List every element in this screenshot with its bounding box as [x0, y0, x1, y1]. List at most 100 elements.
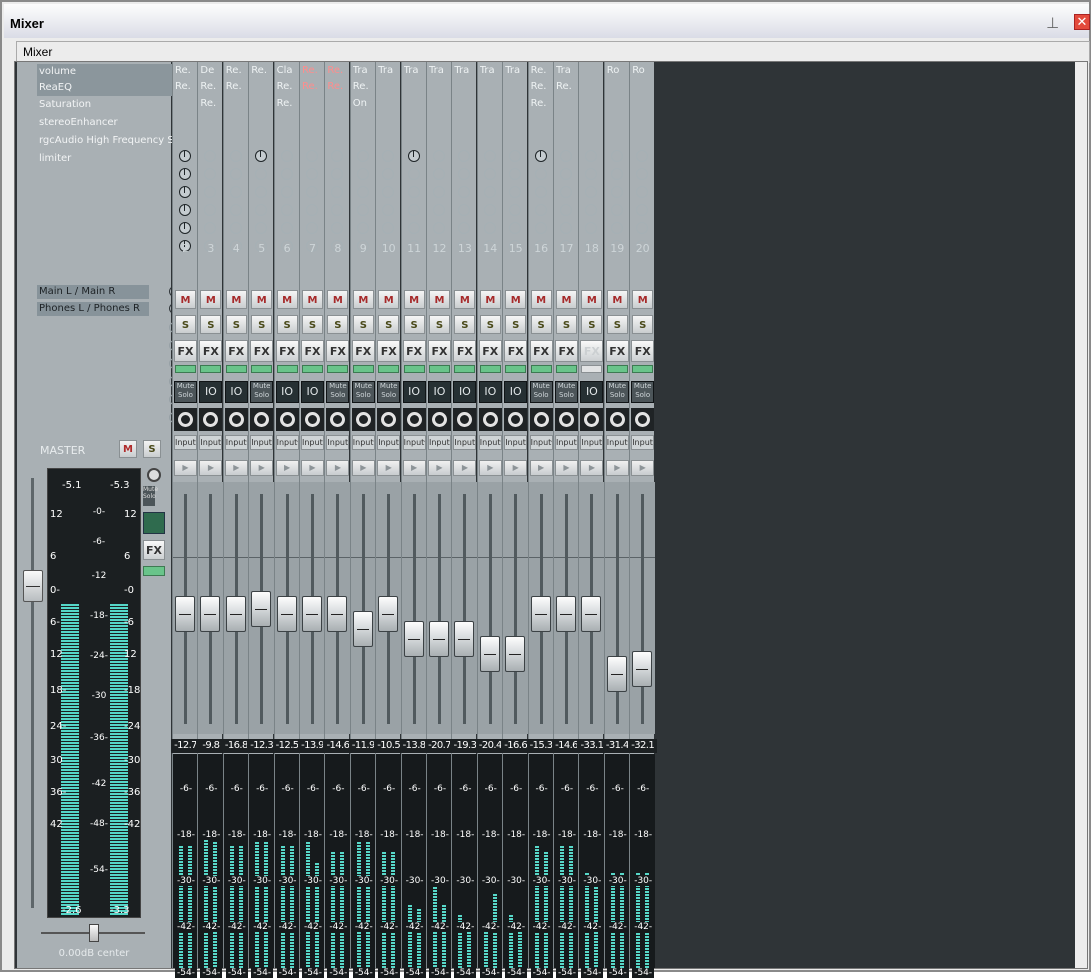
fx-enabled-indicator[interactable]	[302, 365, 323, 373]
fx-param-knob[interactable]	[280, 168, 293, 180]
track-name[interactable]: Ro	[607, 62, 629, 79]
fx-param-knob[interactable]	[306, 186, 318, 198]
track-name[interactable]: De	[200, 62, 222, 79]
fx-button[interactable]: FX	[402, 340, 426, 362]
fx-param-knob[interactable]	[306, 222, 318, 234]
fx-button[interactable]: FX	[351, 340, 375, 362]
fx-param-knob[interactable]	[610, 168, 623, 180]
input-selector[interactable]: Input▾	[275, 435, 299, 450]
volume-fader[interactable]	[327, 596, 348, 632]
fx-param-knob[interactable]	[483, 168, 496, 180]
fx-param-knob[interactable]	[331, 204, 344, 216]
track-name[interactable]: Tra	[353, 62, 375, 79]
input-selector[interactable]: Input▾	[174, 435, 197, 450]
fx-button[interactable]: FX	[529, 340, 553, 362]
fx-param-knob[interactable]	[433, 168, 445, 180]
volume-fader[interactable]	[403, 621, 424, 657]
mute-button[interactable]: M	[302, 290, 323, 309]
fx-param-knob[interactable]	[255, 222, 268, 234]
fx-param-knob[interactable]	[433, 150, 445, 162]
fx-param-knob[interactable]	[280, 186, 293, 198]
fx-param-knob[interactable]	[229, 204, 242, 216]
fx-enabled-indicator[interactable]	[327, 365, 349, 373]
fx-param-knob[interactable]	[610, 222, 623, 234]
fx-param-knob[interactable]	[356, 222, 369, 234]
fx-param-knob[interactable]	[433, 186, 445, 198]
play-icon[interactable]: ▶	[428, 460, 451, 476]
record-arm-button[interactable]	[529, 408, 553, 431]
track-fx-slot[interactable]: On	[353, 96, 375, 112]
fx-param-knob[interactable]	[458, 204, 471, 216]
master-peak-left[interactable]: -5.1	[62, 480, 82, 491]
input-selector[interactable]: Input▾	[199, 435, 223, 450]
fx-param-knob[interactable]	[560, 186, 572, 198]
fx-enabled-indicator[interactable]	[632, 365, 654, 373]
track-fx-slot[interactable]: Re.	[200, 79, 222, 95]
input-selector[interactable]: Input▾	[428, 435, 451, 450]
track-fx-slot[interactable]: Re.	[200, 96, 222, 112]
record-arm-button[interactable]	[224, 408, 248, 431]
fx-param-knob[interactable]	[204, 204, 217, 216]
mute-button[interactable]: M	[200, 290, 222, 309]
io-button[interactable]: IO	[453, 381, 477, 403]
track-fx-slot[interactable]: Re.	[175, 79, 197, 95]
fx-enabled-indicator[interactable]	[200, 365, 222, 373]
fx-param-knob[interactable]	[585, 186, 598, 198]
mute-button[interactable]: M	[429, 290, 450, 309]
fx-button[interactable]: FX	[250, 340, 274, 362]
track-name[interactable]: Re.	[251, 62, 273, 79]
volume-fader[interactable]	[251, 591, 272, 627]
io-button[interactable]: IO	[478, 381, 502, 403]
fx-param-knob[interactable]	[560, 222, 572, 234]
fader-track[interactable]	[412, 494, 416, 724]
fx-param-knob[interactable]	[610, 150, 623, 162]
input-selector[interactable]: Input▾	[504, 435, 528, 450]
fx-param-knob[interactable]	[331, 186, 344, 198]
fx-param-knob[interactable]	[534, 150, 547, 162]
fx-param-knob[interactable]	[636, 168, 649, 180]
track-name[interactable]: Re.	[327, 62, 349, 79]
track-name[interactable]: Tra	[404, 62, 426, 79]
track-name[interactable]: Tra	[480, 62, 502, 79]
fx-param-knob[interactable]	[382, 150, 395, 162]
fx-param-knob[interactable]	[534, 222, 547, 234]
mute-button[interactable]: M	[581, 290, 603, 309]
io-routing-button[interactable]: Mute Solo	[250, 381, 274, 403]
fader-track[interactable]	[361, 494, 365, 724]
fader-track[interactable]	[514, 494, 518, 724]
mute-button[interactable]: M	[454, 290, 476, 309]
fader-track[interactable]	[488, 494, 492, 724]
io-routing-button[interactable]: Mute Solo	[605, 381, 629, 403]
record-arm-button[interactable]	[301, 408, 324, 431]
volume-fader[interactable]	[581, 596, 602, 632]
fx-param-knob[interactable]	[179, 150, 191, 162]
fx-enabled-indicator[interactable]	[378, 365, 400, 373]
fx-enabled-indicator[interactable]	[403, 365, 425, 373]
record-arm-button[interactable]	[504, 408, 528, 431]
play-icon[interactable]: ▶	[351, 460, 375, 476]
solo-button[interactable]: S	[403, 315, 425, 334]
fx-param-knob[interactable]	[636, 186, 649, 198]
volume-fader[interactable]	[429, 621, 449, 657]
play-icon[interactable]: ▶	[605, 460, 629, 476]
solo-button[interactable]: S	[225, 315, 247, 334]
solo-button[interactable]: S	[606, 315, 628, 334]
fx-button[interactable]: FX	[174, 340, 197, 362]
mute-button[interactable]: M	[327, 290, 349, 309]
mute-button[interactable]: M	[251, 290, 273, 309]
volume-fader[interactable]	[378, 596, 399, 632]
fx-param-knob[interactable]	[179, 204, 191, 216]
mute-button[interactable]: M	[530, 290, 552, 309]
fx-name[interactable]: Saturation	[37, 97, 185, 113]
play-icon[interactable]: ▶	[402, 460, 426, 476]
input-selector[interactable]: Input▾	[605, 435, 629, 450]
fx-param-knob[interactable]	[204, 168, 217, 180]
record-arm-button[interactable]	[275, 408, 299, 431]
fx-param-knob[interactable]	[255, 150, 268, 162]
fx-param-knob[interactable]	[636, 204, 649, 216]
mute-button[interactable]: M	[403, 290, 425, 309]
fx-button[interactable]: FX	[605, 340, 629, 362]
record-arm-button[interactable]	[326, 408, 350, 431]
input-selector[interactable]: Input▾	[224, 435, 248, 450]
record-arm-button[interactable]	[453, 408, 477, 431]
